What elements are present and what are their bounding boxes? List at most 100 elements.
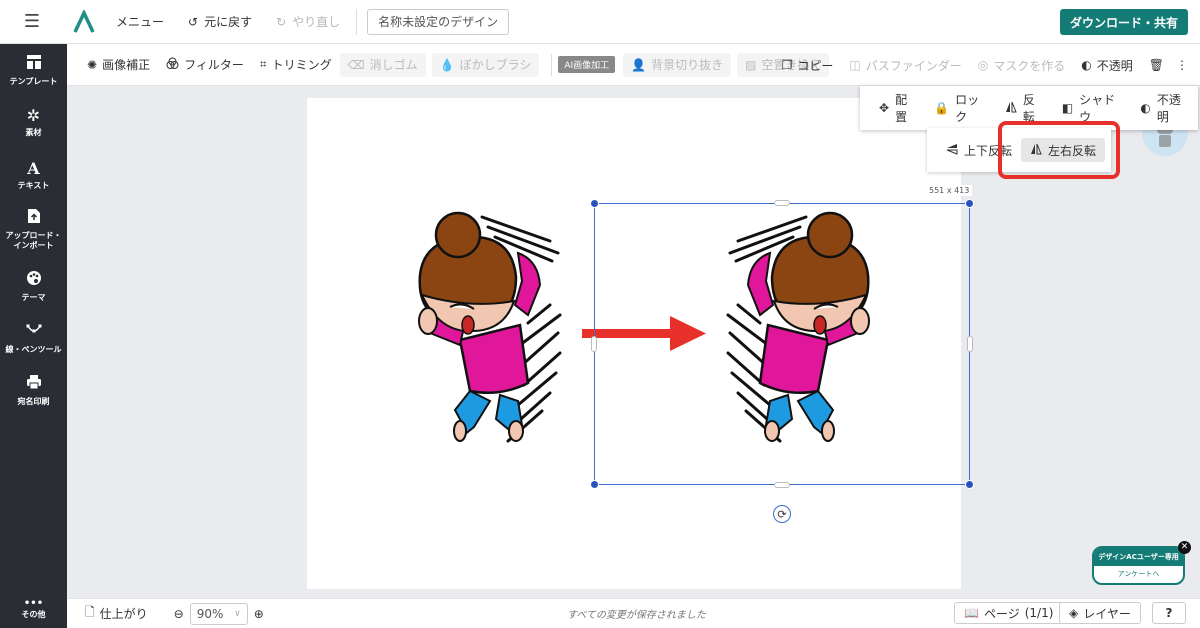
highlight-annotation — [998, 121, 1120, 179]
bg-remove-button[interactable]: 👤 背景切り抜き — [623, 52, 732, 77]
menu-item-shadow[interactable]: ◧ シャドウ — [1053, 91, 1132, 125]
menu-item-arrange[interactable]: ✥ 配置 — [870, 91, 925, 125]
upload-icon — [27, 208, 41, 228]
tool-label: コピー — [797, 58, 834, 73]
sidebar-item-label: その他 — [21, 610, 46, 619]
sidebar-item-pen-tool[interactable]: 線・ペンツール — [0, 322, 67, 355]
filter-icon — [166, 57, 179, 73]
menu-item-flip[interactable]: 反転 — [996, 91, 1053, 125]
resize-handle-top-right[interactable] — [965, 199, 974, 208]
copy-icon: ❐ — [781, 58, 793, 72]
filter-button[interactable]: フィルター — [158, 53, 252, 77]
pathfinder-button[interactable]: ◫ パスファインダー — [841, 53, 969, 77]
book-icon: 📖 — [964, 606, 979, 620]
flip-icon — [1005, 101, 1017, 116]
sidebar-item-label: 宛名印刷 — [17, 397, 50, 406]
menu-item-lock[interactable]: 🔒 ロック — [925, 91, 996, 125]
menu-item-opacity[interactable]: ◐ 不透明 — [1131, 91, 1198, 125]
tool-label: 不透明 — [1096, 58, 1133, 73]
menu-item-label: 配置 — [895, 93, 908, 124]
document-icon: 🗋 — [85, 605, 95, 619]
resize-handle-bottom-right[interactable] — [965, 480, 974, 489]
zoom-value: 90% — [196, 606, 224, 621]
copy-button[interactable]: ❐ コピー — [774, 53, 842, 77]
design-name-field[interactable]: 名称未設定のデザイン — [367, 8, 510, 35]
divider — [356, 8, 358, 35]
survey-link[interactable]: アンケートへ — [1094, 566, 1183, 582]
undo-button[interactable]: ↺ 元に戻す — [176, 7, 264, 37]
chevron-down-icon: ∨ — [234, 608, 241, 619]
menu-button-label: メニュー — [116, 15, 165, 29]
sidebar-item-upload[interactable]: アップロード・ インポート — [0, 208, 67, 251]
sidebar-item-text[interactable]: A テキスト — [0, 160, 67, 191]
delete-button[interactable]: 🗑 — [1141, 53, 1172, 77]
menu-button[interactable]: メニュー — [104, 7, 176, 37]
resize-handle-bottom-left[interactable] — [590, 480, 599, 489]
rotate-handle[interactable]: ⟳ — [773, 505, 791, 523]
resize-handle-left[interactable] — [591, 336, 597, 352]
resize-handle-right[interactable] — [967, 336, 973, 352]
sidebar-item-template[interactable]: テンプレート — [0, 54, 67, 87]
layer-button[interactable]: ◈ レイヤー — [1059, 602, 1141, 624]
sidebar-item-theme[interactable]: テーマ — [0, 270, 67, 303]
image-toolbar: ✺ 画像補正 フィルター ⌗ トリミング ⌫ 消しゴム 💧 ぼかしブラシ AI画… — [67, 44, 1200, 86]
zoom-select[interactable]: 90% ∨ — [189, 602, 248, 625]
tool-label: パスファインダー — [865, 58, 962, 73]
finish-preview-button[interactable]: 🗋 仕上がり — [67, 603, 158, 624]
image-correction-button[interactable]: ✺ 画像補正 — [79, 53, 158, 77]
download-share-button[interactable]: ダウンロード・共有 — [1059, 9, 1188, 35]
tool-label: 背景切り抜き — [651, 58, 724, 72]
toolbar-right-group: ❐ コピー ◫ パスファインダー ◎ マスクを作る ◐ 不透明 🗑 ⋮ — [774, 44, 1192, 86]
divider — [551, 53, 553, 76]
template-icon — [26, 54, 42, 74]
sidebar-item-label: インポート — [13, 241, 54, 250]
opacity-button[interactable]: ◐ 不透明 — [1073, 53, 1141, 77]
sidebar-item-label: テキスト — [17, 181, 50, 190]
redo-label: やり直し — [292, 15, 341, 29]
more-options-button[interactable]: ⋮ — [1172, 53, 1192, 77]
resize-handle-bottom[interactable] — [774, 482, 790, 488]
zoom-out-icon: ⊖ — [173, 606, 184, 621]
tool-label: フィルター — [184, 58, 244, 72]
sidebar-item-label: 素材 — [25, 128, 42, 137]
zoom-out-button[interactable]: ⊖ — [158, 607, 190, 621]
bottom-bar: 🗋 仕上がり ⊖ 90% ∨ ⊕ すべての変更が保存されました 📖 ページ (1… — [67, 598, 1200, 628]
hamburger-menu-icon[interactable]: ☰ — [0, 0, 64, 44]
selection-box[interactable] — [594, 203, 970, 485]
page-label: ページ — [983, 606, 1020, 621]
lock-icon: 🔒 — [934, 101, 950, 115]
material-icon: ✲ — [26, 106, 41, 125]
help-icon: ? — [1165, 606, 1173, 620]
sidebar-item-label: テンプレート — [9, 77, 58, 86]
blur-brush-button[interactable]: 💧 ぼかしブラシ — [431, 52, 540, 77]
zoom-in-button[interactable]: ⊕ — [248, 607, 270, 621]
page-button[interactable]: 📖 ページ (1/1) — [954, 602, 1064, 624]
survey-badge[interactable]: デザインACユーザー専用 アンケートへ — [1092, 546, 1185, 585]
resize-handle-top[interactable] — [774, 200, 790, 206]
character-original-image[interactable] — [400, 205, 570, 450]
trash-icon: 🗑 — [1148, 58, 1164, 72]
close-icon[interactable]: ✕ — [1178, 541, 1191, 554]
save-status: すべての変更が保存されました — [567, 610, 706, 621]
ai-badge: AI画像加工 — [558, 56, 616, 73]
download-share-label: ダウンロード・共有 — [1069, 15, 1178, 30]
sidebar-item-address-print[interactable]: 宛名印刷 — [0, 374, 67, 407]
pen-tool-icon — [26, 322, 42, 342]
trimming-button[interactable]: ⌗ トリミング — [252, 53, 340, 77]
tool-label: 消しゴム — [369, 58, 418, 72]
sidebar-item-more[interactable]: ••• その他 — [0, 599, 67, 620]
sidebar-item-material[interactable]: ✲ 素材 — [0, 107, 67, 138]
make-mask-button[interactable]: ◎ マスクを作る — [970, 53, 1074, 77]
survey-title: デザインACユーザー専用 — [1094, 548, 1183, 566]
app-logo[interactable] — [64, 0, 104, 44]
eraser-button[interactable]: ⌫ 消しゴム — [339, 52, 426, 77]
palette-icon — [26, 270, 42, 290]
menu-item-label: 反転 — [1022, 93, 1035, 124]
help-button[interactable]: ? — [1152, 602, 1186, 624]
resize-handle-top-left[interactable] — [590, 199, 599, 208]
menu-item-label: 不透明 — [1156, 93, 1181, 124]
redo-button[interactable]: ↻ やり直し — [264, 7, 352, 37]
tool-label: トリミング — [271, 58, 332, 72]
top-bar: ☰ メニュー ↺ 元に戻す ↻ やり直し 名称未設定のデザイン ダウンロード・共… — [0, 0, 1200, 44]
drop-icon: 💧 — [439, 57, 455, 72]
